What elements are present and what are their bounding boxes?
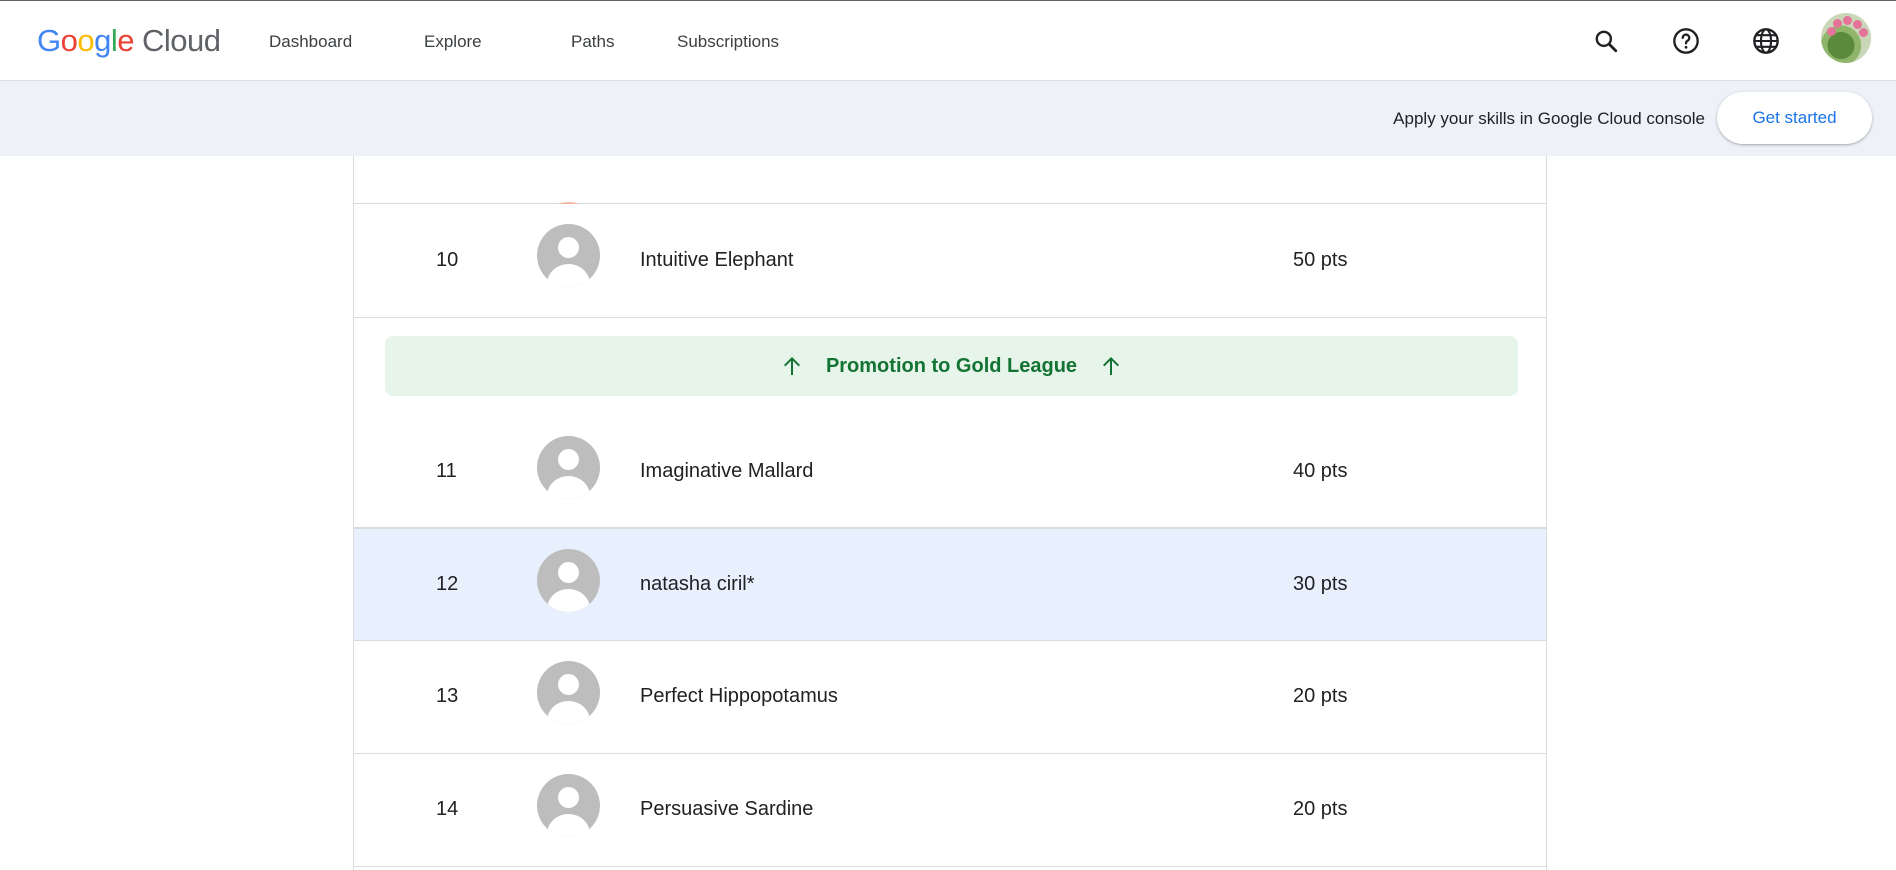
nav-subscriptions[interactable]: Subscriptions [677,32,779,52]
rank: 12 [436,573,459,595]
table-row: 13 Perfect Hippopotamus 20 pts [354,641,1546,754]
player-avatar [537,436,600,499]
player-points: 20 pts [1293,685,1348,707]
get-started-button[interactable]: Get started [1717,92,1872,144]
nav-paths[interactable]: Paths [571,32,614,52]
player-points: 40 pts [1293,460,1348,482]
player-name: Imaginative Mallard [640,460,814,482]
table-row: 11 Imaginative Mallard 40 pts [354,418,1546,528]
arrow-up-icon [780,354,804,378]
player-avatar [537,661,600,724]
console-banner: Apply your skills in Google Cloud consol… [0,81,1896,156]
user-avatar[interactable] [1821,13,1871,63]
top-nav-bar: Go o g l e Cloud Dashboard Explore Paths Subs… [0,0,1896,81]
player-avatar [537,774,600,837]
rank: 13 [436,685,459,707]
table-row: 14 Persuasive Sardine 20 pts [354,754,1546,867]
player-points: 30 pts [1293,573,1348,595]
player-name: natasha ciril* [640,573,755,595]
promotion-label: Promotion to Gold League [825,354,1078,377]
player-name: Intuitive Elephant [640,249,794,271]
rank: 14 [436,798,459,820]
player-points: 50 pts [1293,249,1348,271]
search-icon[interactable] [1588,23,1624,59]
nav-explore[interactable]: Explore [424,32,482,52]
player-points: 20 pts [1293,798,1348,820]
help-icon[interactable] [1668,23,1704,59]
table-row-current-user: 12 natasha ciril* 30 pts [354,528,1546,641]
google-cloud-logo[interactable]: Go o g l e Cloud [37,23,221,59]
globe-icon[interactable] [1748,23,1784,59]
rank: 11 [436,460,457,482]
rank: 10 [436,249,459,271]
banner-text: Apply your skills in Google Cloud consol… [1393,109,1705,128]
table-row: 10 Intuitive Elephant 50 pts [354,204,1546,318]
nav-dashboard[interactable]: Dashboard [269,32,352,52]
player-avatar [537,224,600,287]
player-name: Persuasive Sardine [640,798,814,820]
player-name: Perfect Hippopotamus [640,685,838,707]
promotion-divider: Promotion to Gold League [385,336,1518,396]
player-avatar [537,549,600,612]
arrow-up-icon [1099,354,1123,378]
